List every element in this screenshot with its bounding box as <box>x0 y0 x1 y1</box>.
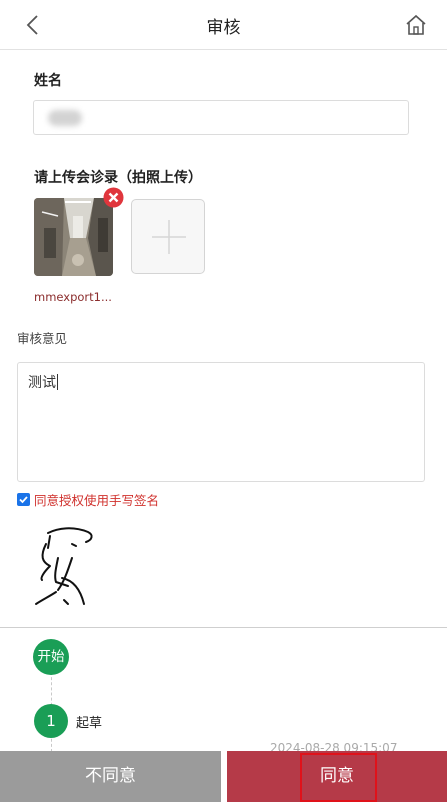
action-bar: 不同意 同意 <box>0 751 447 802</box>
authorize-label: 同意授权使用手写签名 <box>34 492 160 508</box>
workflow-step-number: 1 <box>34 704 68 738</box>
bottom-safe-area <box>0 802 447 807</box>
page-title: 审核 <box>206 18 241 38</box>
remove-photo-icon[interactable] <box>103 187 124 208</box>
plus-icon <box>152 220 186 254</box>
authorize-checkbox[interactable] <box>17 492 30 506</box>
name-label: 姓名 <box>34 73 62 89</box>
upload-label: 请上传会诊录（拍照上传） <box>34 170 202 186</box>
add-photo-button[interactable] <box>131 199 205 274</box>
name-field[interactable] <box>33 100 409 135</box>
workflow-start-node: 开始 <box>33 639 69 675</box>
uploaded-file-name[interactable]: mmexport1... <box>34 290 124 304</box>
authorize-signature-row[interactable]: 同意授权使用手写签名 <box>17 490 159 508</box>
review-textarea[interactable]: 测试 <box>17 362 425 482</box>
disagree-button[interactable]: 不同意 <box>0 751 221 802</box>
text-caret <box>57 374 58 390</box>
review-text: 测试 <box>28 375 56 391</box>
name-value-redacted <box>48 110 82 126</box>
uploaded-photo-thumbnail[interactable] <box>34 198 113 276</box>
review-label: 审核意见 <box>17 331 68 346</box>
section-divider <box>0 627 447 628</box>
handwritten-signature <box>35 527 93 605</box>
header-bar: 审核 <box>0 0 447 50</box>
agree-button[interactable]: 同意 <box>227 751 447 802</box>
home-icon[interactable] <box>403 12 429 38</box>
workflow-step-label: 起草 <box>76 716 103 731</box>
checkmark-icon <box>19 495 28 503</box>
